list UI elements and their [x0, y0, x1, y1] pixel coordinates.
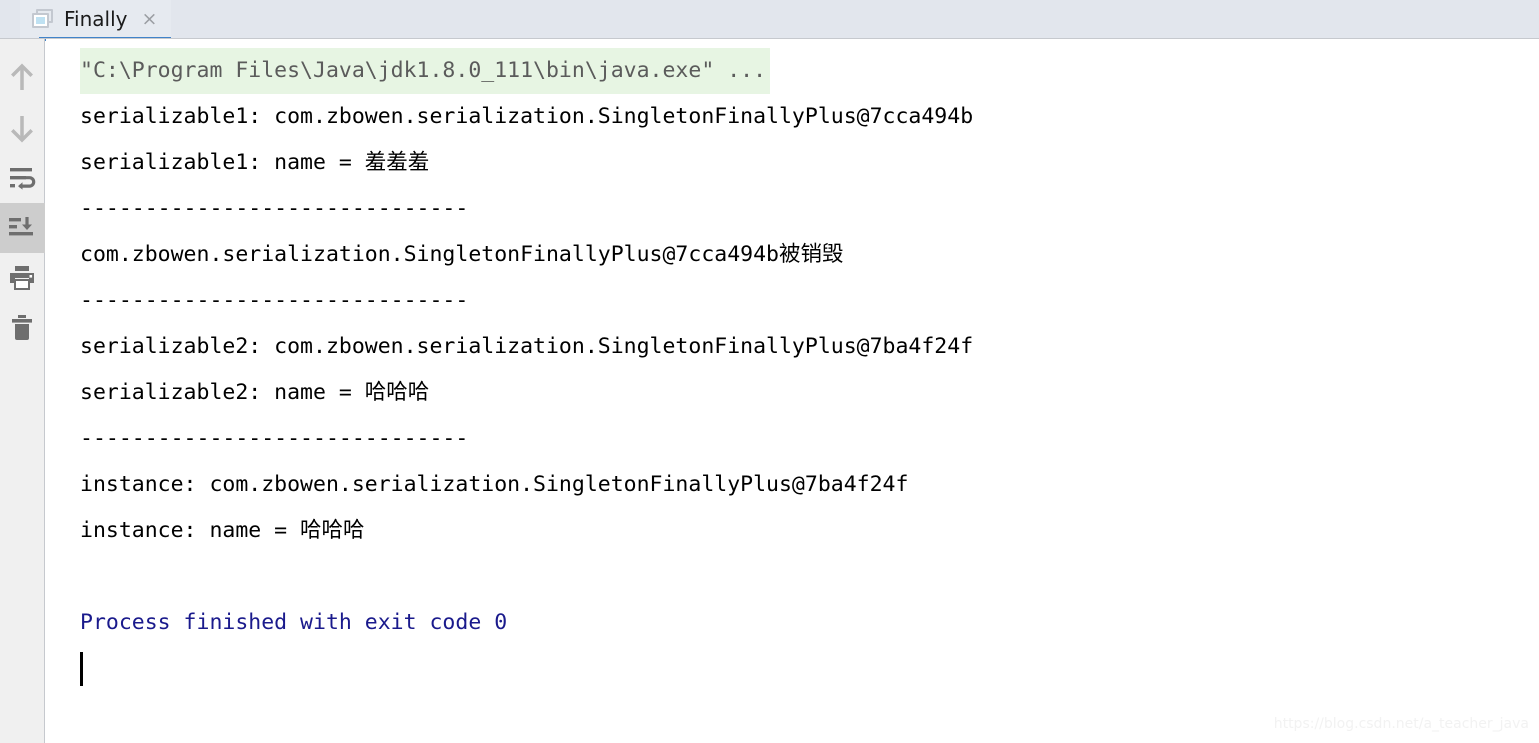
console-line: serializable1: name = 羞羞羞	[80, 150, 430, 175]
console-line-separator: ------------------------------	[80, 426, 469, 451]
console-line: serializable1: com.zbowen.serialization.…	[80, 104, 974, 129]
console-line-exit-status: Process finished with exit code 0	[80, 610, 508, 635]
down-arrow-icon[interactable]	[0, 103, 45, 153]
console-command-text: "C:\Program Files\Java\jdk1.8.0_111\bin\…	[80, 48, 771, 94]
console-line: instance: name = 哈哈哈	[80, 518, 365, 543]
console-window-icon	[32, 9, 54, 29]
tab-finally[interactable]: Finally ×	[20, 0, 172, 41]
console-line-separator: ------------------------------	[80, 288, 469, 313]
text-caret	[80, 652, 83, 686]
console-toolbar	[0, 39, 45, 743]
console-line: serializable2: com.zbowen.serialization.…	[80, 334, 974, 359]
console-line: instance: com.zbowen.serialization.Singl…	[80, 472, 909, 497]
tab-bar-left-padding	[0, 0, 20, 38]
console-line-separator: ------------------------------	[80, 196, 469, 221]
print-icon[interactable]	[0, 253, 45, 303]
up-arrow-icon[interactable]	[0, 53, 45, 103]
console-line: com.zbowen.serialization.SingletonFinall…	[80, 242, 844, 267]
console-window: Finally × "C:\Program Files\Java\jdk1.8.…	[0, 0, 1539, 743]
watermark: https://blog.csdn.net/a_teacher_java	[1273, 716, 1529, 732]
close-icon[interactable]: ×	[142, 9, 158, 29]
tab-label: Finally	[64, 7, 128, 31]
trash-icon[interactable]	[0, 303, 45, 353]
scroll-to-end-icon[interactable]	[0, 203, 45, 253]
console-output[interactable]: "C:\Program Files\Java\jdk1.8.0_111\bin\…	[46, 39, 1539, 743]
tab-bar: Finally ×	[0, 0, 1539, 41]
console-caret-line	[46, 646, 1539, 692]
console-line-command: "C:\Program Files\Java\jdk1.8.0_111\bin\…	[46, 48, 1539, 94]
console-line: serializable2: name = 哈哈哈	[80, 380, 430, 405]
soft-wrap-icon[interactable]	[0, 153, 45, 203]
tab-bar-divider	[0, 38, 1539, 39]
